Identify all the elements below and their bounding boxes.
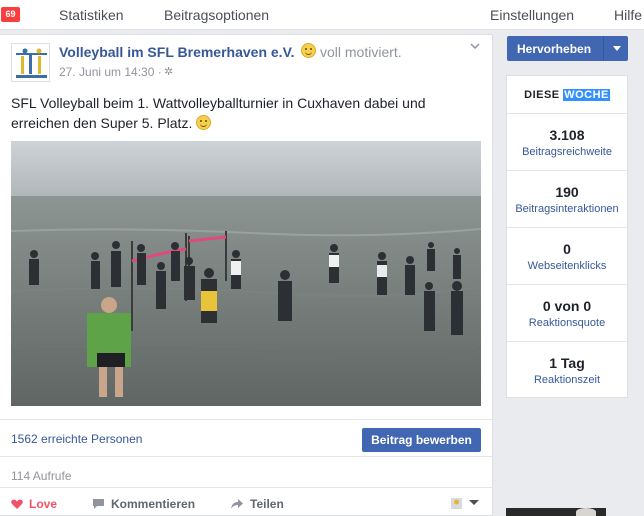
boost-divider xyxy=(603,36,604,61)
stat-response-time[interactable]: 1 Tag Reaktionszeit xyxy=(507,342,627,399)
page-name-link[interactable]: Volleyball im SFL Bremerhaven e.V. xyxy=(59,44,295,60)
boost-label: Hervorheben xyxy=(517,42,592,56)
globe-icon: ✲ xyxy=(164,66,174,78)
post-message: SFL Volleyball beim 1. Wattvolleyballtur… xyxy=(11,93,481,133)
reach-count-link[interactable]: 1562 erreichte Personen xyxy=(11,432,142,446)
chevron-down-icon[interactable] xyxy=(470,43,480,49)
chevron-down-icon[interactable] xyxy=(613,46,621,51)
nav-post-options[interactable]: Beitragsoptionen xyxy=(164,7,269,23)
love-label: Love xyxy=(29,497,58,511)
notification-badge[interactable]: 69 xyxy=(1,7,20,22)
comment-icon xyxy=(93,499,104,509)
share-button[interactable]: Teilen xyxy=(230,497,284,511)
post-photo[interactable] xyxy=(11,141,481,406)
stat-post-reach[interactable]: 3.108 Beitragsreichweite xyxy=(507,114,627,171)
smiley-icon xyxy=(301,43,316,58)
weekly-stats-panel: DIESE WOCHE 3.108 Beitragsreichweite 190… xyxy=(506,75,628,398)
page-top-navigation: 69 Statistiken Beitragsoptionen Einstell… xyxy=(0,0,644,30)
post-card: Volleyball im SFL Bremerhaven e.V. voll … xyxy=(0,34,493,516)
stat-label[interactable]: Webseitenklicks xyxy=(507,260,627,272)
view-count: 114 Aufrufe xyxy=(11,469,72,483)
nav-statistics[interactable]: Statistiken xyxy=(59,7,124,23)
stat-response-rate[interactable]: 0 von 0 Reaktionsquote xyxy=(507,285,627,342)
nav-help[interactable]: Hilfe xyxy=(614,7,642,23)
share-icon xyxy=(231,499,243,509)
stat-value: 0 von 0 xyxy=(542,298,592,314)
stat-label[interactable]: Reaktionsquote xyxy=(507,317,627,329)
comment-label: Kommentieren xyxy=(111,497,196,511)
love-button[interactable]: Love xyxy=(11,497,57,511)
stat-value: 0 xyxy=(563,241,571,257)
stat-post-engagement[interactable]: 190 Beitragsinteraktionen xyxy=(507,171,627,228)
post-actions: Love Kommentieren Teilen xyxy=(0,487,493,516)
stats-title-b: WOCHE xyxy=(563,89,610,101)
reach-bar: 1562 erreichte Personen Beitrag bewerben xyxy=(0,419,493,457)
stat-label[interactable]: Beitragsinteraktionen xyxy=(507,203,627,215)
heart-icon xyxy=(11,499,23,509)
smiley-icon xyxy=(196,115,212,130)
chevron-down-icon xyxy=(451,498,479,509)
stat-website-clicks[interactable]: 0 Webseitenklicks xyxy=(507,228,627,285)
stat-value: 190 xyxy=(555,184,579,200)
stat-value: 3.108 xyxy=(549,127,585,143)
stat-value: 1 Tag xyxy=(549,355,585,371)
stats-title: DIESE WOCHE xyxy=(507,76,627,114)
page-avatar[interactable] xyxy=(11,43,50,82)
share-label: Teilen xyxy=(250,497,284,511)
promote-post-button[interactable]: Beitrag bewerben xyxy=(362,428,481,452)
feeling-text: voll motiviert. xyxy=(320,44,402,60)
stat-label[interactable]: Beitragsreichweite xyxy=(507,146,627,158)
comment-button[interactable]: Kommentieren xyxy=(92,497,195,511)
reaction-selector[interactable] xyxy=(450,496,480,515)
post-timestamp[interactable]: 27. Juni um 14:30 · xyxy=(59,65,162,79)
boost-button[interactable]: Hervorheben xyxy=(507,36,628,61)
chat-avatar-preview[interactable] xyxy=(506,508,606,516)
post-message-text: SFL Volleyball beim 1. Wattvolleyballtur… xyxy=(11,95,426,131)
nav-settings[interactable]: Einstellungen xyxy=(490,7,574,23)
stats-title-a: DIESE xyxy=(524,89,560,101)
stat-label[interactable]: Reaktionszeit xyxy=(507,374,627,386)
